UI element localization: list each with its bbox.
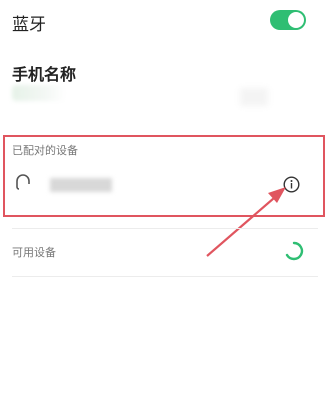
paired-device-name-redacted[interactable] [50,178,112,192]
section-divider-bottom [12,276,318,277]
redacted-patch [240,88,268,106]
toggle-knob [288,12,304,28]
section-divider [12,228,318,229]
loading-spinner-icon [285,241,304,261]
device-name-title: 手机名称 [12,65,77,84]
headset-icon [16,174,30,190]
paired-devices-header: 已配对的设备 [12,144,78,157]
bluetooth-toggle[interactable] [270,10,306,30]
device-name-value-redacted [12,85,66,101]
info-icon[interactable] [283,176,300,193]
bluetooth-row: 蓝牙 [0,0,330,40]
available-devices-header: 可用设备 [12,246,56,259]
bluetooth-label: 蓝牙 [12,15,46,35]
